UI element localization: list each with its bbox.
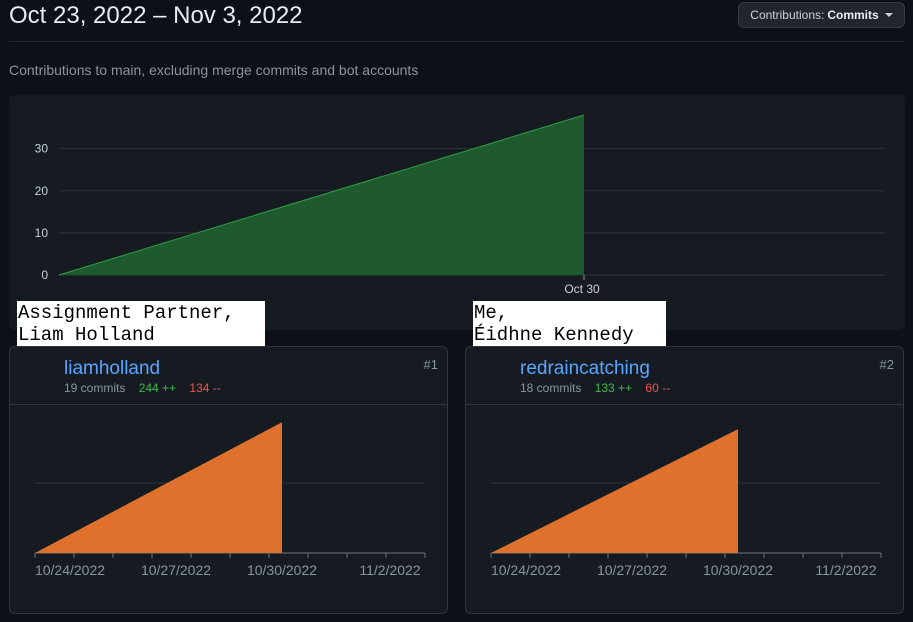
x-tick-label: 10/30/2022	[247, 562, 317, 578]
avatar[interactable]	[18, 355, 56, 393]
x-tick-label: 10/24/2022	[35, 562, 105, 578]
contributor-card-header: redraincatching 18 commits 133 ++ 60 -- …	[466, 347, 903, 405]
contributor-card-2: redraincatching 18 commits 133 ++ 60 -- …	[465, 346, 904, 614]
additions-count: 244 ++	[138, 381, 177, 395]
contributions-dropdown[interactable]: Contributions: Commits	[738, 2, 905, 28]
contributions-label: Contributions:	[750, 8, 825, 22]
contributor-username[interactable]: liamholland	[64, 358, 160, 380]
deletions-count: 60 --	[645, 381, 671, 395]
contributions-value: Commits	[827, 8, 879, 22]
contributor-1-chart: 10/24/2022 10/27/2022 10/30/2022 11/2/2022	[34, 422, 426, 578]
annotation-partner: Assignment Partner, Liam Holland	[17, 301, 265, 346]
contributor-rank: #1	[423, 357, 438, 372]
caret-down-icon	[884, 13, 893, 17]
page-title: Oct 23, 2022 – Nov 3, 2022	[9, 2, 303, 29]
subtitle: Contributions to main, excluding merge c…	[9, 62, 419, 78]
series-area	[491, 429, 738, 553]
commit-count[interactable]: 19 commits	[64, 381, 125, 395]
commit-count[interactable]: 18 commits	[520, 381, 581, 395]
x-tick-label: 10/30/2022	[703, 562, 773, 578]
contributor-stats: 19 commits 244 ++ 134 --	[64, 381, 221, 395]
x-tick-label: 10/27/2022	[597, 562, 667, 578]
annotation-me: Me, Éidhne Kennedy	[473, 301, 666, 346]
x-tick-label: Oct 30	[564, 282, 600, 296]
overall-contributions-chart: 0 10 20 30 Oct 30	[9, 95, 905, 330]
y-tick-label: 0	[41, 268, 48, 282]
contributor-card-1: liamholland 19 commits 244 ++ 134 -- #1 …	[9, 346, 448, 614]
contributor-username[interactable]: redraincatching	[520, 358, 650, 380]
x-tick-label: 11/2/2022	[815, 562, 876, 578]
additions-count: 133 ++	[594, 381, 633, 395]
deletions-count: 134 --	[189, 381, 221, 395]
x-tick-label: 11/2/2022	[359, 562, 420, 578]
divider	[9, 41, 905, 42]
y-tick-label: 20	[35, 184, 49, 198]
series-area	[35, 422, 282, 553]
contributor-rank: #2	[879, 357, 894, 372]
contributor-stats: 18 commits 133 ++ 60 --	[520, 381, 670, 395]
overall-chart-svg: 0 10 20 30 Oct 30	[35, 114, 885, 296]
x-tick-label: 10/27/2022	[141, 562, 211, 578]
y-tick-label: 30	[35, 142, 49, 156]
avatar[interactable]	[474, 355, 512, 393]
contributor-2-chart: 10/24/2022 10/27/2022 10/30/2022 11/2/2022	[490, 429, 882, 578]
y-tick-label: 10	[35, 226, 49, 240]
x-tick-label: 10/24/2022	[491, 562, 561, 578]
contributor-card-header: liamholland 19 commits 244 ++ 134 -- #1	[10, 347, 447, 405]
